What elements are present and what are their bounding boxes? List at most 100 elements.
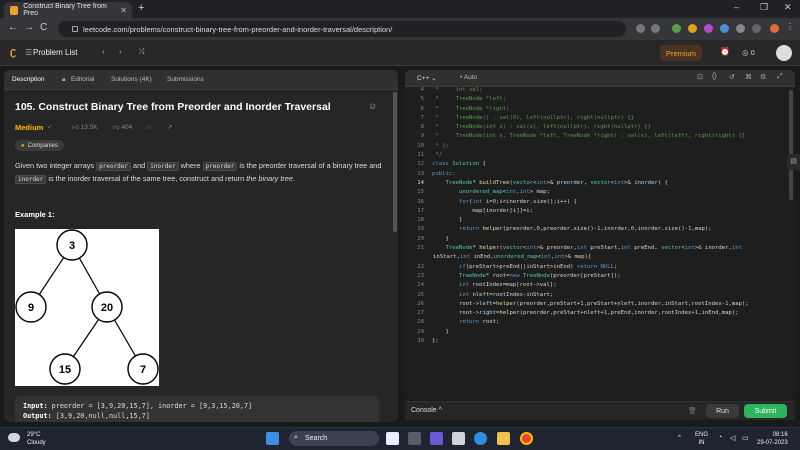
task-view-icon[interactable] bbox=[408, 432, 421, 445]
weather-condition: Cloudy bbox=[27, 440, 46, 446]
windows-start-icon[interactable] bbox=[266, 432, 279, 445]
premium-button[interactable]: Premium bbox=[660, 45, 702, 61]
fullscreen-icon[interactable]: ⤢ bbox=[777, 73, 783, 81]
tree-node-label: 9 bbox=[28, 302, 34, 314]
code-area[interactable]: 4 * int val; 5 * TreeNode *left; 6 * Tre… bbox=[405, 86, 795, 346]
braces-icon[interactable]: {} bbox=[712, 73, 717, 80]
dislike-button[interactable]: 👎︎ 404 bbox=[113, 123, 132, 131]
timer-icon[interactable]: ⏰ bbox=[720, 47, 730, 56]
tab-solutions[interactable]: Solutions (4K) bbox=[111, 76, 152, 83]
problem-list-link[interactable]: Problem List bbox=[33, 48, 77, 57]
reload-button[interactable]: C bbox=[40, 22, 47, 33]
windows-taskbar: 29°C Cloudy ⌕ Search ^ ENG IN ◔ ◁ ▭ 08:1… bbox=[0, 427, 800, 450]
share-icon[interactable] bbox=[636, 24, 645, 33]
code-line: 18 } bbox=[417, 217, 463, 224]
star-icon[interactable] bbox=[651, 24, 660, 33]
volume-icon[interactable]: ◁ bbox=[730, 434, 735, 442]
share-icon[interactable]: ↗ bbox=[167, 123, 172, 131]
side-panel-handle[interactable]: ▤ bbox=[787, 154, 800, 170]
menu-kebab-icon[interactable]: ⋮ bbox=[786, 22, 795, 31]
file-explorer-icon[interactable] bbox=[497, 432, 510, 445]
back-button[interactable]: ← bbox=[8, 22, 18, 33]
weather-widget[interactable]: 29°C Cloudy bbox=[27, 431, 46, 447]
run-button[interactable]: Run bbox=[706, 404, 739, 418]
minimize-button[interactable]: – bbox=[734, 2, 739, 12]
trash-icon[interactable]: 🗑︎ bbox=[688, 407, 697, 415]
store-icon[interactable] bbox=[452, 432, 465, 445]
extension-icon[interactable] bbox=[704, 24, 713, 33]
bookmark-icon[interactable]: ⊡ bbox=[697, 73, 703, 81]
settings-circle-icon[interactable]: ☺ bbox=[368, 101, 377, 111]
browser-tab[interactable]: Construct Binary Tree from Preo ✕ bbox=[4, 2, 132, 18]
profile-icon[interactable] bbox=[770, 24, 779, 33]
code-line: 30}; bbox=[417, 338, 439, 345]
extension-icon[interactable] bbox=[720, 24, 729, 33]
address-bar-row: ← → C leetcode.com/problems/construct-bi… bbox=[0, 18, 800, 40]
taskbar-search[interactable]: ⌕ Search bbox=[289, 431, 379, 446]
inline-code: preorder bbox=[96, 162, 132, 171]
submit-button[interactable]: Submit bbox=[744, 404, 787, 418]
code-line: 29 } bbox=[417, 328, 449, 335]
companies-tag[interactable]: ● Companies bbox=[15, 140, 64, 151]
forward-button[interactable]: → bbox=[24, 22, 34, 33]
favorite-star-icon[interactable]: ☆ bbox=[146, 123, 152, 131]
code-line: 21 TreeNode* helper(vector<int>& preorde… bbox=[417, 245, 742, 252]
code-line: 6 * TreeNode *right; bbox=[420, 105, 510, 112]
tab-title: Construct Binary Tree from Preo bbox=[23, 3, 107, 17]
extensions-puzzle-icon[interactable] bbox=[736, 24, 745, 33]
tab-description[interactable]: Description bbox=[12, 76, 45, 83]
next-problem-icon[interactable]: › bbox=[119, 47, 122, 56]
output-value: [3,9,20,null,null,15,7] bbox=[51, 412, 150, 420]
auto-mode-toggle[interactable]: • Auto bbox=[460, 74, 477, 81]
streak-counter[interactable]: ◎ 0 bbox=[742, 48, 755, 57]
tab-editorial[interactable]: Editorial bbox=[71, 76, 94, 83]
tab-close-icon[interactable]: ✕ bbox=[120, 6, 127, 15]
url-bar[interactable]: leetcode.com/problems/construct-binary-t… bbox=[58, 21, 626, 37]
system-clock[interactable]: 08:16 29-07-2023 bbox=[757, 431, 788, 447]
desc-text: is the preorder traversal of a binary tr… bbox=[237, 161, 382, 170]
companies-label: Companies bbox=[27, 142, 58, 149]
code-line: 19 return helper(preorder,0,preorder.siz… bbox=[417, 226, 712, 233]
maximize-button[interactable]: ❐ bbox=[760, 2, 768, 13]
scrollbar[interactable] bbox=[393, 92, 397, 232]
code-line: 27 root->right=helper(preorder,preStart+… bbox=[417, 310, 739, 317]
close-window-button[interactable]: ✕ bbox=[784, 2, 792, 13]
code-line: 5 * TreeNode *left; bbox=[420, 96, 507, 103]
settings-icon[interactable]: ⌘ bbox=[745, 73, 752, 81]
teams-icon[interactable] bbox=[430, 432, 443, 445]
console-toggle[interactable]: Console ^ bbox=[411, 407, 442, 414]
edge-icon[interactable] bbox=[474, 432, 487, 445]
input-label: Input: bbox=[23, 402, 48, 410]
editor-toolbar: C++ ⌄ • Auto ⊡ {} ↺ ⌘ ⚙ ⤢ bbox=[405, 70, 795, 87]
cloudy-weather-icon bbox=[8, 433, 20, 442]
leetcode-logo-icon[interactable]: ʗ bbox=[10, 46, 22, 59]
code-line: 28 return root; bbox=[417, 319, 500, 326]
new-tab-button[interactable]: + bbox=[138, 2, 144, 14]
region-code: IN bbox=[698, 440, 705, 446]
language-indicator[interactable]: ENG IN bbox=[695, 431, 708, 447]
app-icon[interactable] bbox=[386, 432, 399, 445]
extension-icon[interactable] bbox=[672, 24, 681, 33]
avatar[interactable] bbox=[776, 45, 792, 61]
shuffle-icon[interactable]: ⤨ bbox=[138, 47, 144, 57]
battery-icon[interactable]: ▭ bbox=[742, 434, 749, 442]
code-line: 23 TreeNode* root=new TreeNode(preorder[… bbox=[417, 272, 621, 279]
tab-submissions[interactable]: Submissions bbox=[167, 76, 204, 83]
code-line: 12 class Solution { bbox=[417, 161, 486, 168]
tray-chevron-up-icon[interactable]: ^ bbox=[678, 435, 681, 441]
language-select[interactable]: C++ ⌄ bbox=[417, 74, 437, 82]
gear-icon[interactable]: ⚙ bbox=[760, 73, 766, 81]
sidebar-icon[interactable] bbox=[752, 24, 761, 33]
reset-icon[interactable]: ↺ bbox=[729, 73, 735, 81]
like-button[interactable]: 👍︎ 13.5K bbox=[72, 123, 98, 131]
scrollbar[interactable] bbox=[789, 90, 793, 200]
browser-tab-bar: Construct Binary Tree from Preo ✕ + – ❐ … bbox=[0, 0, 800, 18]
wifi-icon[interactable]: ◔ bbox=[718, 434, 722, 441]
prev-problem-icon[interactable]: ‹ bbox=[102, 47, 105, 56]
thumbs-up-icon: 👍︎ bbox=[72, 124, 81, 131]
code-line: 8 * TreeNode(int x) : val(x), left(nullp… bbox=[420, 124, 651, 131]
tree-node-label: 7 bbox=[140, 364, 146, 376]
desc-text: . bbox=[292, 173, 295, 183]
extension-icon[interactable] bbox=[688, 24, 697, 33]
chrome-icon[interactable] bbox=[520, 432, 533, 445]
